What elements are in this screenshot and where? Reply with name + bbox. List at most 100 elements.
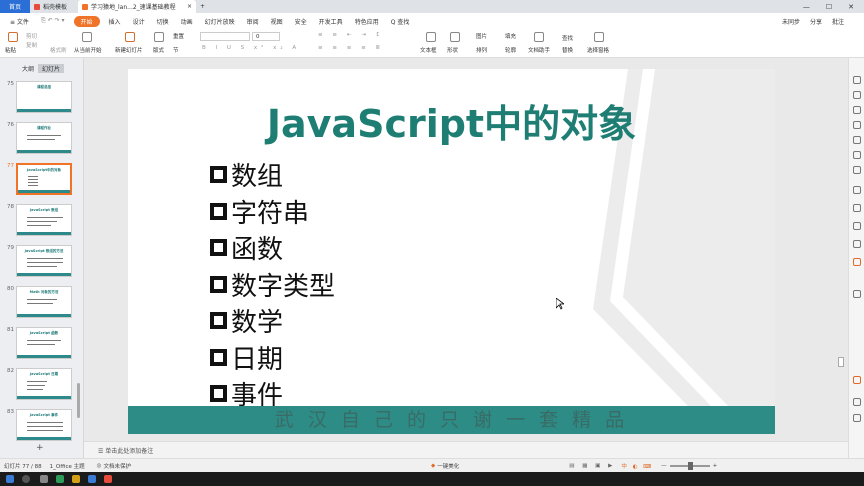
bullet-item[interactable]: 数学 (210, 302, 283, 339)
tab-home[interactable]: 首页 (0, 0, 30, 13)
align-icons[interactable]: ≡ ≡ ≡ ≡ ≣ (318, 45, 384, 51)
textbox-icon[interactable] (426, 32, 436, 42)
zoom-slider-thumb[interactable] (687, 461, 693, 470)
ime-icons[interactable]: 中 ◐ ⌨ (621, 462, 653, 470)
doc-assistant-icon[interactable] (534, 32, 544, 42)
doc-assistant-button[interactable]: 文档助手 (528, 46, 550, 54)
close-window-icon[interactable]: ✕ (848, 3, 854, 11)
font-name-field[interactable] (200, 32, 250, 41)
share-button[interactable]: 分享 (810, 17, 822, 26)
font-size-field[interactable]: 0 (252, 32, 280, 41)
sidebar-tool-icon[interactable] (853, 222, 861, 230)
new-slide-icon[interactable] (125, 32, 135, 42)
sidebar-tool-icon[interactable] (853, 186, 861, 194)
sidebar-tool-icon[interactable] (853, 151, 861, 159)
thumbnail[interactable]: JavaScript 函数 (16, 327, 72, 359)
bullet-item[interactable]: 函数 (210, 229, 283, 266)
new-tab-button[interactable]: + (196, 0, 209, 13)
bullet-item[interactable]: 日期 (210, 339, 283, 376)
slide-thumbnail-79[interactable]: 79 JavaScript 数组的方法 (0, 245, 80, 279)
slide-thumbnail-78[interactable]: 78 JavaScript 数组 (0, 204, 80, 238)
menu-developer[interactable]: 开发工具 (313, 17, 349, 26)
menu-review[interactable]: 审阅 (241, 17, 265, 26)
add-slide-button[interactable]: + (36, 443, 44, 453)
thumbnail[interactable]: 课程总结 (16, 81, 72, 113)
tab-docer[interactable]: 稻壳模板 (30, 0, 78, 13)
paste-button[interactable]: 粘贴 (5, 46, 16, 54)
shape-button[interactable]: 形状 (447, 46, 458, 54)
slide-title[interactable]: JavaScript中的对象 (128, 93, 775, 148)
menu-insert[interactable]: 插入 (103, 17, 127, 26)
from-current-button[interactable]: 从当前开始 (74, 46, 102, 54)
sidebar-tool-icon[interactable] (853, 166, 861, 174)
thumbnail[interactable]: JavaScript 日期 (16, 368, 72, 400)
layout-button[interactable]: 版式 (153, 46, 164, 54)
comment-button[interactable]: 批注 (832, 17, 844, 26)
slide-thumbnail-77[interactable]: 77 JavaScript中的对象 (0, 163, 80, 197)
sidebar-tool-icon[interactable] (853, 240, 861, 248)
bullet-item[interactable]: 数组 (210, 156, 283, 193)
slide-thumbnail-76[interactable]: 76 课程作业 (0, 122, 80, 156)
copy-button[interactable]: 复制 (26, 41, 37, 49)
layout-icon[interactable] (154, 32, 164, 42)
paragraph-icons[interactable]: ≡ ≡ ⇤ ⇥ ↕ (318, 32, 384, 38)
sidebar-tool-icon[interactable] (853, 398, 861, 406)
thumbnail[interactable]: 课程作业 (16, 122, 72, 154)
menu-search[interactable]: Q 查找 (385, 17, 416, 26)
font-style-icons[interactable]: B I U S x² x₂ A (202, 45, 300, 51)
slide-thumbnail-83[interactable]: 83 JavaScript 事件 (0, 409, 80, 443)
bullet-item[interactable]: 字符串 (210, 193, 309, 230)
app-icon[interactable] (88, 475, 96, 483)
minimize-icon[interactable]: — (803, 3, 810, 11)
zoom-out-icon[interactable]: — (661, 463, 667, 469)
menu-animation[interactable]: 动画 (175, 17, 199, 26)
menu-slideshow[interactable]: 幻灯片放映 (199, 17, 241, 26)
sidebar-tool-icon[interactable] (853, 290, 861, 298)
file-menu[interactable]: ≡ 文件 (4, 17, 35, 26)
zoom-in-icon[interactable]: + (713, 463, 718, 469)
quick-access-icons[interactable]: ⎘ ↶ ↷ ▾ (35, 17, 71, 25)
outline-button[interactable]: 轮廓 (505, 46, 516, 54)
slide-thumbnail-75[interactable]: 75 课程总结 (0, 81, 80, 115)
slide-panel-scrollbar[interactable] (77, 383, 80, 418)
sidebar-tool-icon[interactable] (853, 136, 861, 144)
sidebar-tool-icon[interactable] (853, 106, 861, 114)
taskview-icon[interactable] (40, 475, 48, 483)
format-painter-button[interactable]: 格式刷 (50, 46, 67, 54)
thumbnail[interactable]: JavaScript 数组 (16, 204, 72, 236)
menu-design[interactable]: 设计 (127, 17, 151, 26)
sidebar-tool-icon[interactable] (853, 376, 861, 384)
sidebar-tool-icon[interactable] (853, 414, 861, 422)
arrange-button[interactable]: 排列 (476, 46, 487, 54)
notes-placeholder[interactable]: 单击此处添加备注 (105, 448, 153, 455)
menu-view[interactable]: 视图 (265, 17, 289, 26)
thumbnail[interactable]: JavaScript 数组的方法 (16, 245, 72, 277)
thumbnail-selected[interactable]: JavaScript中的对象 (16, 163, 72, 195)
thumbnail[interactable]: Math 对象的方法 (16, 286, 72, 318)
folder-icon[interactable] (72, 475, 80, 483)
slide-thumbnail-80[interactable]: 80 Math 对象的方法 (0, 286, 80, 320)
bullet-item[interactable]: 数字类型 (210, 266, 335, 303)
tab-document[interactable]: 学习猿地_lan...2_速课基础教程 × (78, 0, 196, 13)
menu-start[interactable]: 开始 (73, 15, 100, 27)
section-button[interactable]: 节 (173, 46, 179, 54)
menu-security[interactable]: 安全 (289, 17, 313, 26)
fill-button[interactable]: 填充 (505, 32, 516, 40)
cut-button[interactable]: 剪切 (26, 32, 37, 40)
new-slide-button[interactable]: 新建幻灯片 (115, 46, 143, 54)
maximize-icon[interactable]: ☐ (826, 3, 832, 11)
paste-icon[interactable] (8, 32, 18, 42)
close-tab-icon[interactable]: × (187, 3, 192, 10)
tab-outline[interactable]: 大纲 (22, 64, 34, 73)
notes-pane[interactable]: ☰ 单击此处添加备注 (84, 441, 848, 458)
menu-transition[interactable]: 切换 (151, 17, 175, 26)
textbox-button[interactable]: 文本框 (420, 46, 437, 54)
doc-protect-status[interactable]: 文档未保护 (103, 462, 131, 470)
sidebar-tool-icon[interactable] (853, 121, 861, 129)
slide-thumbnail-82[interactable]: 82 JavaScript 日期 (0, 368, 80, 402)
sync-status[interactable]: 未同步 (782, 17, 800, 26)
beautify-button[interactable]: 一键美化 (437, 462, 459, 470)
slide[interactable]: JavaScript中的对象 数组 字符串 函数 数字类型 数学 日期 事件 武… (128, 69, 775, 434)
replace-button[interactable]: 替换 (562, 46, 573, 54)
tab-slides[interactable]: 幻灯片 (38, 64, 65, 73)
